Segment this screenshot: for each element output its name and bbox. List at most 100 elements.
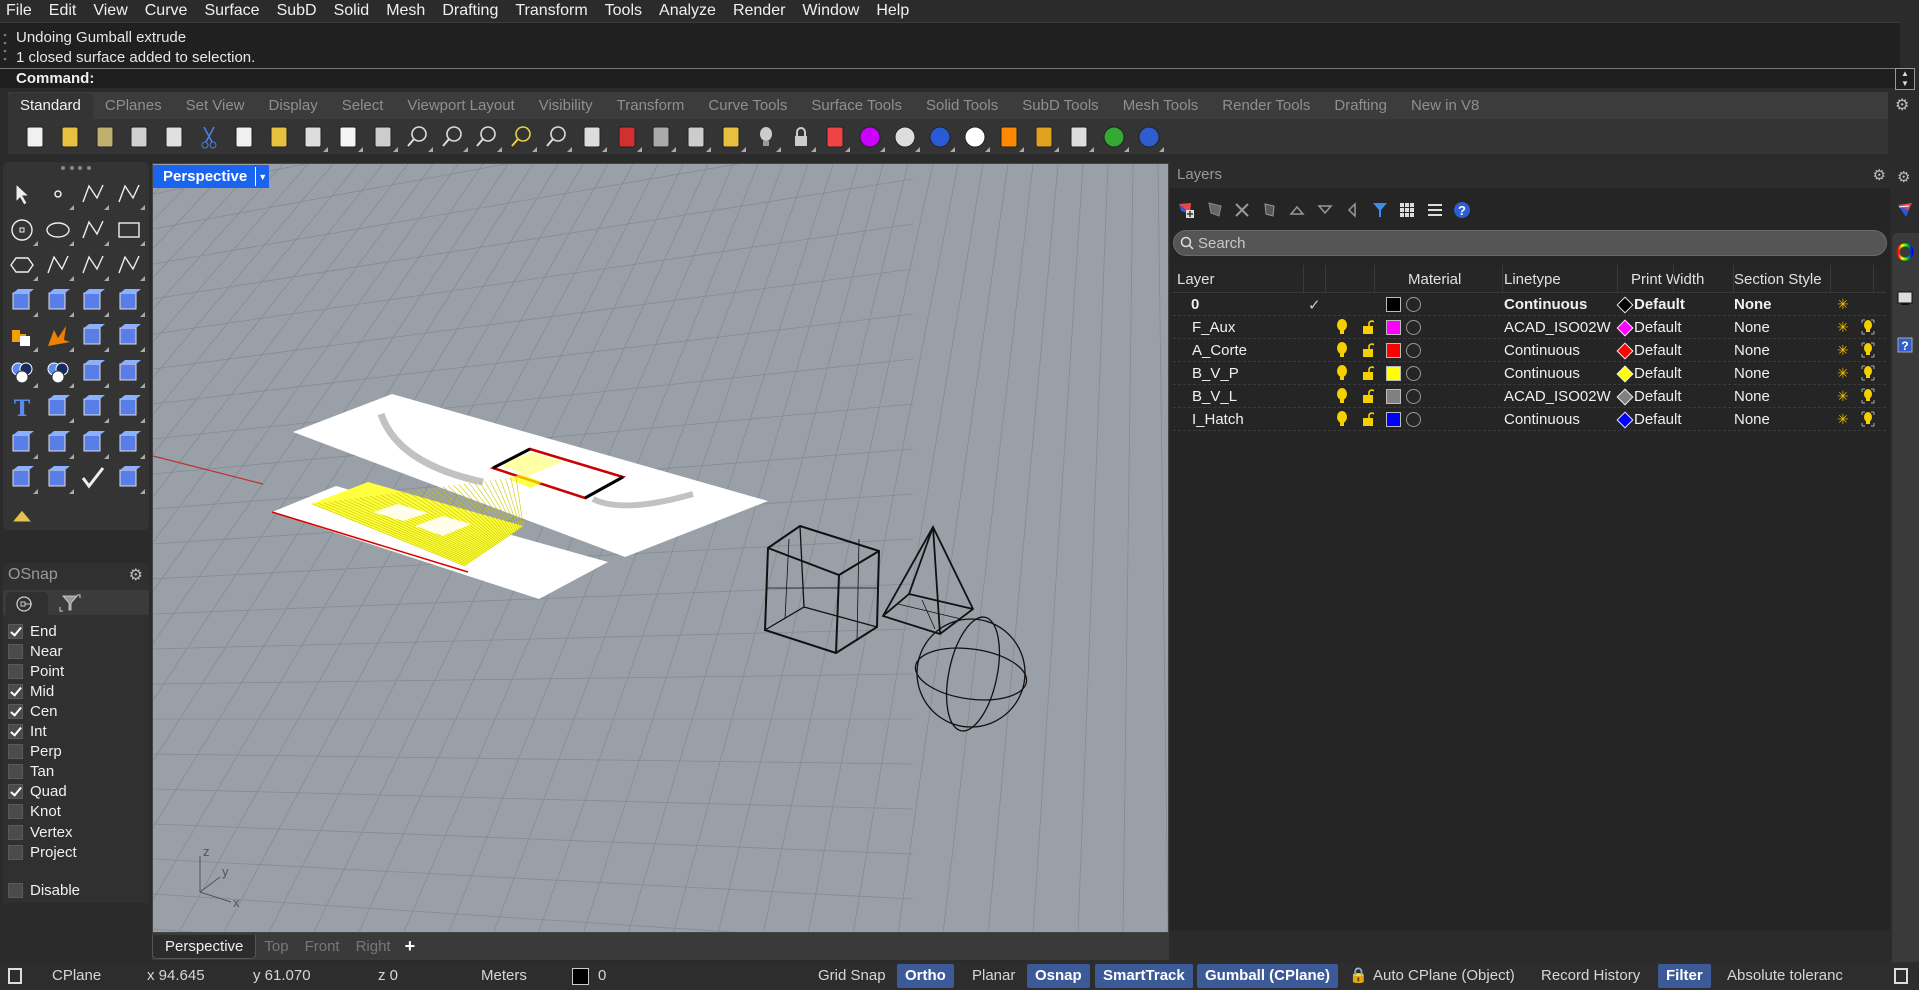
new-layer-button[interactable] (1176, 199, 1198, 221)
tab-transform[interactable]: Transform (605, 93, 697, 119)
check-tool[interactable] (77, 462, 109, 494)
copy-layer-button[interactable] (1259, 199, 1281, 221)
layer-material-icon[interactable] (1406, 343, 1421, 358)
sphere-display-button[interactable] (890, 122, 920, 152)
open-folder-button[interactable] (55, 122, 85, 152)
layer-row[interactable]: B_V_L ACAD_ISO02W Default None ✳ (1173, 385, 1886, 408)
filter-toggle[interactable]: Filter (1658, 964, 1711, 988)
move-layer-down-button[interactable] (1314, 199, 1336, 221)
layer-spark-icon[interactable]: ✳ (1837, 319, 1849, 336)
grip-handle-icon[interactable] (3, 31, 7, 65)
layer-name[interactable]: F_Aux (1192, 319, 1235, 336)
command-history-scroller[interactable]: ▲ ▼ (1895, 68, 1915, 90)
current-layer-swatch[interactable] (572, 968, 589, 985)
layer-print-width[interactable]: Default (1634, 296, 1685, 313)
osnap-knot[interactable]: Knot (8, 802, 61, 822)
smarttrack-toggle[interactable]: SmartTrack (1095, 964, 1193, 988)
print-color-diamond-icon[interactable] (1616, 319, 1634, 337)
help-button[interactable] (1134, 122, 1164, 152)
layer-spark-icon[interactable]: ✳ (1837, 411, 1849, 428)
osnap-checkbox[interactable] (8, 804, 23, 820)
import-button[interactable] (159, 122, 189, 152)
tab-viewport-layout[interactable]: Viewport Layout (395, 93, 526, 119)
layer-color-swatch[interactable] (1386, 320, 1401, 335)
print-button[interactable] (124, 122, 154, 152)
rhino-green-button[interactable] (1099, 122, 1129, 152)
layer-model-bulb-icon[interactable] (1861, 365, 1875, 385)
tab-visibility[interactable]: Visibility (527, 93, 605, 119)
display-panel-tab[interactable] (1896, 290, 1914, 312)
layer-name[interactable]: B_V_L (1192, 388, 1237, 405)
zoom-dynamic-button[interactable] (403, 122, 433, 152)
layer-color-swatch[interactable] (1386, 389, 1401, 404)
tab-select[interactable]: Select (330, 93, 396, 119)
trim-tool[interactable] (77, 320, 109, 352)
osnap-checkbox[interactable] (8, 784, 23, 800)
print-color-diamond-icon[interactable] (1616, 411, 1634, 429)
extrude-surface-tool[interactable] (113, 249, 145, 281)
menu-drafting[interactable]: Drafting (442, 2, 498, 20)
layer-print-width[interactable]: Default (1634, 365, 1682, 382)
perspective-viewport[interactable]: z y x (152, 163, 1169, 933)
tab-cplanes[interactable]: CPlanes (93, 93, 174, 119)
layer-visible-bulb-icon[interactable] (1336, 388, 1348, 408)
viewport-layout-button[interactable] (577, 122, 607, 152)
layers-search-box[interactable] (1173, 230, 1887, 256)
circle-tool[interactable] (6, 214, 38, 246)
layer-model-bulb-icon[interactable] (1861, 342, 1875, 362)
menu-tools[interactable]: Tools (605, 2, 642, 20)
offset-arc-tool[interactable] (113, 356, 145, 388)
osnap-checkbox[interactable] (8, 824, 23, 840)
cut-button[interactable] (194, 122, 224, 152)
layer-section-style[interactable]: None (1734, 388, 1770, 405)
layer-print-width[interactable]: Default (1634, 388, 1682, 405)
ellipse-tool[interactable] (42, 214, 74, 246)
layer-color-swatch[interactable] (1386, 343, 1401, 358)
osnap-toggle[interactable]: Osnap (1027, 964, 1090, 988)
tab-standard[interactable]: Standard (8, 93, 93, 119)
osnap-checkbox[interactable] (8, 724, 23, 739)
tab-mesh-tools[interactable]: Mesh Tools (1111, 93, 1211, 119)
osnap-tab-filter[interactable] (58, 593, 82, 617)
status-right-panel-toggle[interactable] (1894, 962, 1908, 990)
osnap-quad[interactable]: Quad (8, 782, 67, 802)
layers-settings-gear-icon[interactable]: ⚙ (1873, 166, 1886, 184)
layer-row[interactable]: I_Hatch Continuous Default None ✳ (1173, 408, 1886, 431)
layer-unlocked-icon[interactable] (1362, 411, 1375, 431)
osnap-perp[interactable]: Perp (8, 742, 62, 762)
column-header-material[interactable]: Material (1408, 271, 1461, 288)
layer-section-style[interactable]: None (1734, 319, 1770, 336)
tab-display[interactable]: Display (257, 93, 330, 119)
toolbox-grip-icon[interactable] (61, 166, 91, 172)
undo-button[interactable] (298, 122, 329, 152)
layer-visible-bulb-icon[interactable] (1336, 319, 1348, 339)
osnap-disable[interactable]: Disable (8, 880, 80, 900)
print-color-diamond-icon[interactable] (1616, 296, 1634, 314)
extrude-arrows-tool[interactable] (42, 427, 74, 459)
layer-unlocked-icon[interactable] (1362, 342, 1375, 362)
curve-tool[interactable] (113, 178, 145, 210)
osnap-point[interactable]: Point (8, 661, 64, 681)
print-color-diamond-icon[interactable] (1616, 342, 1634, 360)
layer-name[interactable]: B_V_P (1192, 365, 1239, 382)
sphere-union-tool[interactable] (42, 285, 74, 317)
menu-help[interactable]: Help (876, 2, 909, 20)
rotate-view-button[interactable] (368, 122, 398, 152)
column-header-section-style[interactable]: Section Style (1734, 271, 1822, 288)
layer-row[interactable]: 0 ✓ Continuous Default None ✳ (1173, 293, 1886, 316)
array-tool[interactable] (77, 391, 109, 423)
paste-button[interactable] (264, 122, 294, 152)
mirror-tool[interactable] (113, 391, 145, 423)
explode-tool[interactable] (42, 320, 74, 352)
text-tool[interactable]: T (6, 391, 38, 423)
osnap-checkbox[interactable] (8, 683, 23, 699)
zoom-window-button[interactable] (438, 122, 468, 152)
grid-array-tool[interactable] (77, 427, 109, 459)
layer-section-style[interactable]: None (1734, 411, 1770, 428)
spotlight-button[interactable] (994, 122, 1025, 152)
layers-help-button[interactable]: ? (1451, 199, 1473, 221)
layer-row[interactable]: F_Aux ACAD_ISO02W Default None ✳ (1173, 316, 1886, 339)
new-file-button[interactable] (20, 122, 50, 152)
status-cplane[interactable]: CPlane (52, 962, 101, 990)
planar-toggle[interactable]: Planar (972, 962, 1015, 990)
